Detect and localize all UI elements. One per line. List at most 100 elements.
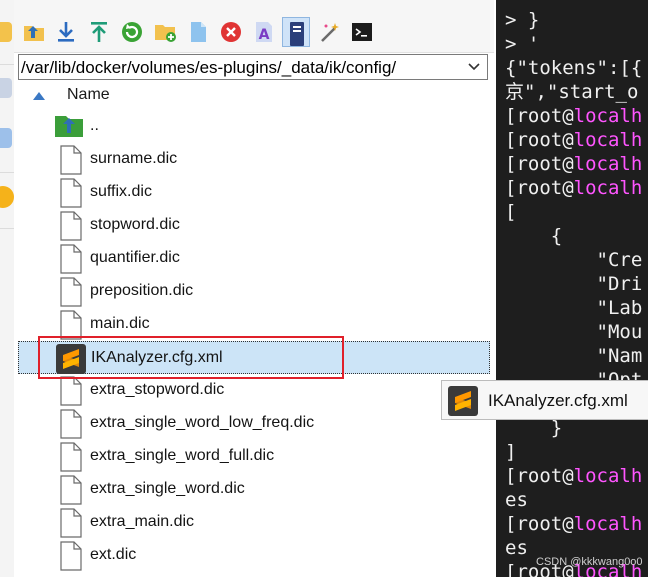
magic-wand-button[interactable] (316, 17, 344, 47)
terminal-text: es (505, 489, 528, 511)
file-row[interactable]: main.dic (18, 308, 490, 341)
file-icon (59, 508, 83, 543)
terminal-line: [root@localh (505, 152, 642, 176)
folder-icon (0, 22, 12, 42)
terminal-hostname: localh (573, 465, 643, 487)
file-icon (59, 376, 83, 411)
file-icon (59, 475, 83, 510)
terminal-line: "Mou (505, 320, 643, 344)
watermark: CSDN @kkkwang0o0 (536, 556, 643, 568)
download-button[interactable] (52, 17, 80, 47)
terminal-line: [root@localh (505, 104, 642, 128)
file-name: extra_single_word.dic (90, 480, 245, 497)
file-row[interactable]: quantifier.dic (18, 242, 490, 275)
path-dropdown[interactable]: /var/lib/docker/volumes/es-plugins/_data… (18, 54, 488, 80)
delete-button[interactable] (217, 17, 245, 47)
terminal-text: "Lab (505, 297, 643, 319)
list-header[interactable]: Name (14, 82, 494, 110)
file-row[interactable]: extra_main.dic (18, 506, 490, 539)
parent-folder-button[interactable] (20, 17, 48, 47)
terminal-text: "Nam (505, 345, 643, 367)
terminal-line: es (505, 488, 528, 512)
circle-icon (0, 186, 14, 208)
terminal-line: [root@localh (505, 464, 642, 488)
sftp-file-browser: A /var/lib/docker/volumes/es-plugins/_da… (14, 0, 494, 577)
terminal-line: "Cre (505, 248, 643, 272)
terminal-text: ] (505, 441, 517, 463)
file-row[interactable]: .. (18, 110, 490, 143)
terminal-text: [root@ (505, 177, 574, 199)
terminal-line: [ (505, 200, 516, 224)
file-row[interactable]: IKAnalyzer.cfg.xml (18, 341, 490, 374)
terminal-line: > } (505, 8, 539, 32)
file-name: main.dic (90, 315, 150, 332)
terminal-text: [ (505, 201, 517, 223)
file-name: quantifier.dic (90, 249, 180, 266)
toolbar: A (14, 0, 494, 53)
file-icon (59, 541, 83, 576)
file-name: stopword.dic (90, 216, 180, 233)
terminal-text: "Cre (505, 249, 643, 271)
file-name: IKAnalyzer.cfg.xml (91, 349, 223, 366)
parent-folder-icon (54, 112, 84, 143)
file-icon (59, 145, 83, 180)
terminal-line: ] (505, 440, 516, 464)
terminal-text: [root@ (505, 513, 574, 535)
svg-text:A: A (259, 27, 270, 43)
file-icon (59, 244, 83, 279)
terminal-button[interactable] (348, 17, 376, 47)
terminal-hostname: localh (573, 129, 643, 151)
cursor-icon (0, 128, 12, 148)
terminal-hostname: localh (573, 105, 643, 127)
terminal-text: > } (505, 9, 540, 31)
terminal-line: [root@localh (505, 512, 642, 536)
upload-button[interactable] (85, 17, 113, 47)
new-folder-button[interactable] (151, 17, 179, 47)
new-file-button[interactable] (184, 17, 212, 47)
file-row[interactable]: extra_stopword.dic (18, 374, 490, 407)
path-value: /var/lib/docker/volumes/es-plugins/_data… (21, 58, 397, 77)
divider (0, 64, 14, 65)
properties-button[interactable] (282, 17, 310, 47)
file-name: suffix.dic (90, 183, 152, 200)
file-row[interactable]: stopword.dic (18, 209, 490, 242)
terminal-text: > ' (505, 33, 540, 55)
terminal-line: [root@localh (505, 176, 642, 200)
file-row[interactable]: preposition.dic (18, 275, 490, 308)
terminal-window[interactable]: > } > ' {"tokens":[{京","start_o [root@local… (496, 0, 648, 577)
terminal-text: } (505, 417, 563, 439)
terminal-text: 京","start_o (505, 81, 639, 103)
terminal-line: { (505, 224, 562, 248)
file-icon (59, 310, 83, 345)
refresh-button[interactable] (118, 17, 146, 47)
left-side-panel (0, 0, 15, 577)
file-row[interactable]: surname.dic (18, 143, 490, 176)
file-row[interactable]: extra_single_word_full.dic (18, 440, 490, 473)
sort-ascending-icon (33, 92, 45, 100)
terminal-line: "Nam (505, 344, 643, 368)
terminal-line: "Dri (505, 272, 643, 296)
file-name: extra_single_word_full.dic (90, 447, 275, 464)
terminal-line: > ' (505, 32, 539, 56)
rename-button[interactable]: A (250, 17, 278, 47)
file-icon (59, 442, 83, 477)
drag-ghost-label: IKAnalyzer.cfg.xml (488, 391, 628, 410)
file-row[interactable]: extra_single_word_low_freq.dic (18, 407, 490, 440)
file-row[interactable]: extra_single_word.dic (18, 473, 490, 506)
chevron-down-icon (468, 63, 480, 71)
terminal-text: "Dri (505, 273, 643, 295)
terminal-hostname: localh (573, 513, 643, 535)
file-row[interactable]: ext.dic (18, 539, 490, 572)
file-icon (59, 178, 83, 213)
terminal-text: es (505, 537, 528, 559)
file-icon (59, 277, 83, 312)
file-name: ext.dic (90, 546, 137, 563)
file-row[interactable]: suffix.dic (18, 176, 490, 209)
terminal-line: {"tokens":[{ (505, 56, 642, 80)
terminal-hostname: localh (573, 177, 643, 199)
name-column-header[interactable]: Name (67, 86, 110, 104)
sublime-text-icon (448, 386, 478, 419)
divider (0, 228, 14, 229)
terminal-text: { (505, 225, 563, 247)
drag-ghost: IKAnalyzer.cfg.xml (441, 380, 648, 420)
